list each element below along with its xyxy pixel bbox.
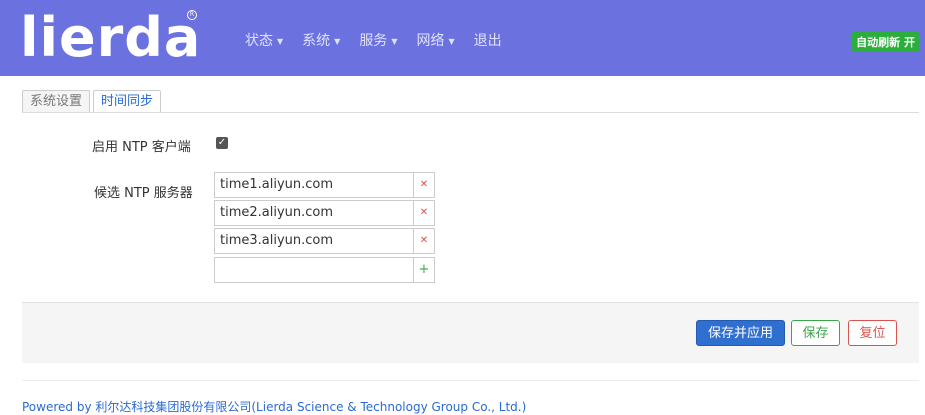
main-nav: 状态 ▼ 系统 ▼ 服务 ▼ 网络 ▼ 退出 xyxy=(245,30,502,50)
tab-divider xyxy=(22,112,919,113)
server-input-1[interactable]: time1.aliyun.com xyxy=(214,172,413,198)
nav-logout[interactable]: 退出 xyxy=(474,30,502,50)
server-row-2: time2.aliyun.com ✕ xyxy=(214,200,435,226)
check-icon: ✓ xyxy=(217,137,227,148)
footer-link[interactable]: Powered by 利尔达科技集团股份有限公司(Lierda Science … xyxy=(22,398,526,415)
nav-status[interactable]: 状态 ▼ xyxy=(245,30,283,50)
remove-icon: ✕ xyxy=(419,235,429,246)
tab-bar: 系统设置 时间同步 xyxy=(22,90,164,113)
ntp-servers-label: 候选 NTP 服务器 xyxy=(94,186,193,201)
server-row-1: time1.aliyun.com ✕ xyxy=(214,172,435,198)
plus-icon: + xyxy=(418,262,430,277)
tab-time-sync[interactable]: 时间同步 xyxy=(93,90,162,113)
tab-system-settings[interactable]: 系统设置 xyxy=(22,90,91,113)
caret-down-icon: ▼ xyxy=(448,36,455,46)
remove-icon: ✕ xyxy=(419,179,429,190)
add-server-button[interactable]: + xyxy=(413,257,435,283)
save-button[interactable]: 保存 xyxy=(791,320,840,346)
server-row-new: + xyxy=(214,257,435,283)
remove-icon: ✕ xyxy=(419,207,429,218)
lierda-logo[interactable]: lierda xyxy=(20,6,201,70)
server-input-3[interactable]: time3.aliyun.com xyxy=(214,228,413,254)
caret-down-icon: ▼ xyxy=(334,36,341,46)
caret-down-icon: ▼ xyxy=(277,36,284,46)
remove-server-3-button[interactable]: ✕ xyxy=(413,228,435,254)
server-input-2[interactable]: time2.aliyun.com xyxy=(214,200,413,226)
nav-network[interactable]: 网络 ▼ xyxy=(416,30,454,50)
server-row-3: time3.aliyun.com ✕ xyxy=(214,228,435,254)
remove-server-2-button[interactable]: ✕ xyxy=(413,200,435,226)
ntp-client-label: 启用 NTP 客户端 xyxy=(92,140,191,155)
nav-system[interactable]: 系统 ▼ xyxy=(302,30,340,50)
caret-down-icon: ▼ xyxy=(391,36,398,46)
top-header: lierda R 状态 ▼ 系统 ▼ 服务 ▼ 网络 ▼ 退出 自动刷新 开 xyxy=(0,0,925,76)
new-server-input[interactable] xyxy=(214,257,413,283)
save-apply-button[interactable]: 保存并应用 xyxy=(696,320,785,346)
nav-services[interactable]: 服务 ▼ xyxy=(359,30,397,50)
autorefresh-badge[interactable]: 自动刷新 开 xyxy=(852,32,919,52)
ntp-client-checkbox[interactable]: ✓ xyxy=(216,137,228,149)
reset-button[interactable]: 复位 xyxy=(848,320,897,346)
action-bar: 保存并应用 保存 复位 xyxy=(22,302,919,363)
registered-mark-icon: R xyxy=(187,10,197,20)
remove-server-1-button[interactable]: ✕ xyxy=(413,172,435,198)
footer-divider xyxy=(22,380,919,381)
